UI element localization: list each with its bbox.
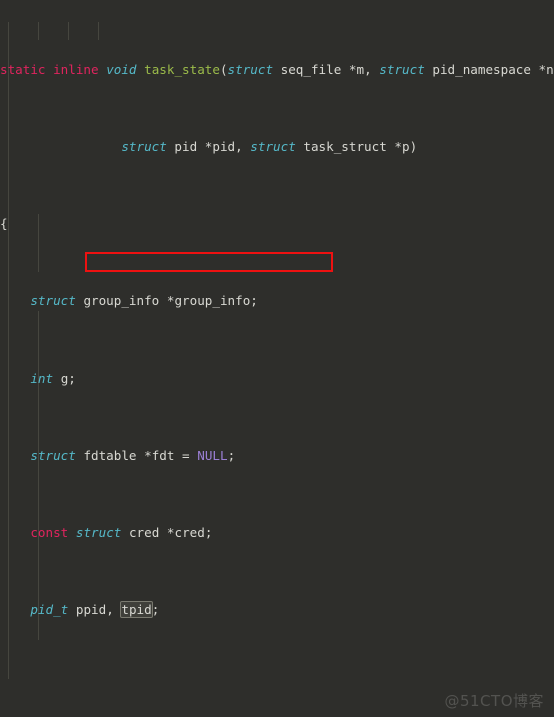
watermark: @51CTO博客 — [444, 691, 544, 710]
code-line: static inline void task_state(struct seq… — [0, 61, 554, 77]
code-line: struct fdtable *fdt = NULL; — [30, 447, 236, 463]
code-editor-screenshot: static inline void task_state(struct seq… — [0, 0, 554, 717]
code-line: { — [0, 216, 8, 232]
code-block[interactable]: static inline void task_state(struct seq… — [0, 0, 554, 717]
code-line: const struct cred *cred; — [30, 525, 213, 541]
code-line: struct pid *pid, struct task_struct *p) — [121, 139, 418, 155]
code-line: struct group_info *group_info; — [30, 293, 258, 309]
code-line: int g; — [30, 370, 76, 386]
occurrence-highlight-tpid[interactable]: tpid — [120, 601, 153, 619]
code-line: pid_t ppid, tpid; — [30, 601, 160, 619]
